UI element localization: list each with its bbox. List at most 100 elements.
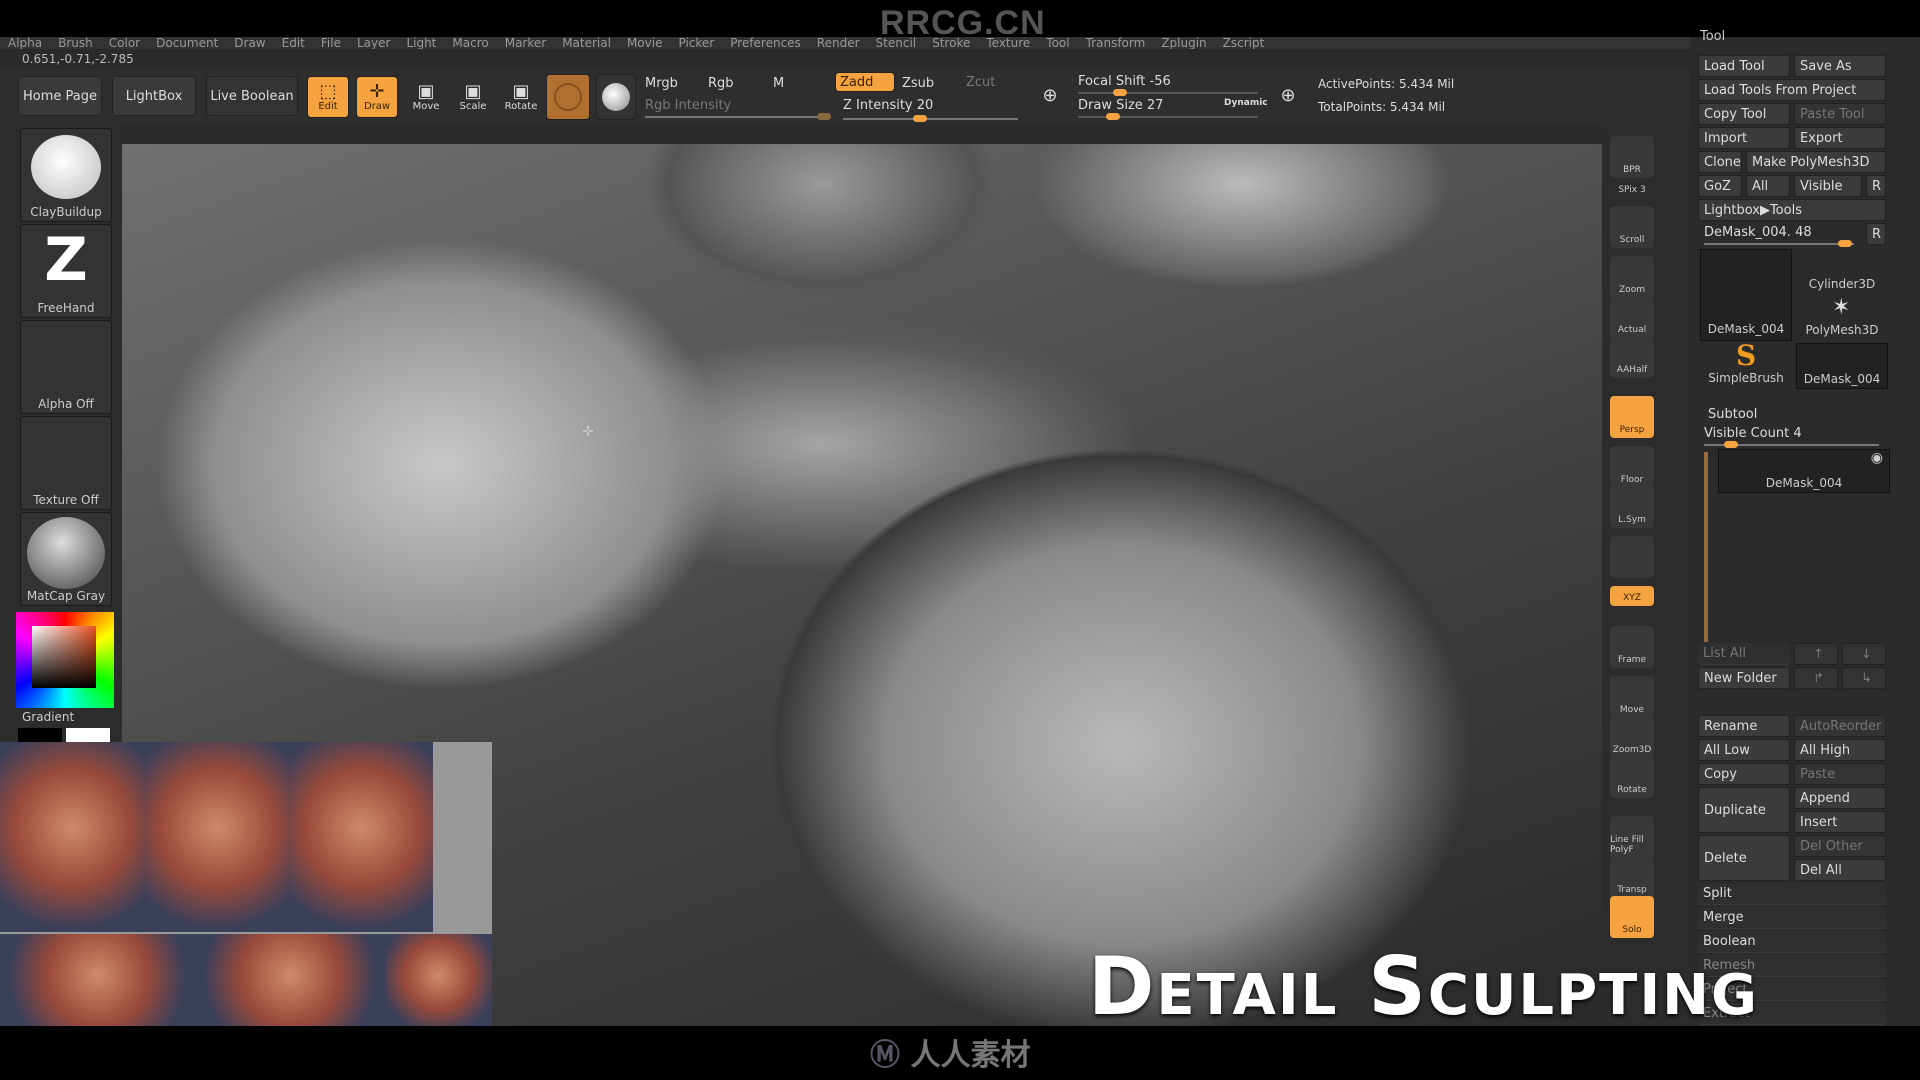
right-toolbar-button[interactable]: Scroll — [1610, 206, 1654, 248]
main-color[interactable] — [66, 728, 110, 742]
move-down-button[interactable]: ↓ — [1842, 643, 1886, 665]
menu-item[interactable]: Alpha — [8, 37, 42, 49]
z-intensity-slider[interactable] — [843, 115, 1018, 122]
menu-item[interactable]: Brush — [58, 37, 93, 49]
menu-item[interactable]: Light — [406, 37, 436, 49]
zcut-button[interactable]: Zcut — [966, 75, 995, 90]
export-button[interactable]: Export — [1794, 127, 1886, 149]
menu-item[interactable]: Transform — [1086, 37, 1146, 49]
right-toolbar-button[interactable]: Solo — [1610, 896, 1654, 938]
right-toolbar-button[interactable]: Move — [1610, 676, 1654, 718]
goz-button[interactable]: GoZ — [1698, 175, 1742, 197]
save-as-button[interactable]: Save As — [1794, 55, 1886, 77]
menu-item[interactable]: Macro — [452, 37, 488, 49]
right-toolbar-button[interactable]: Transp — [1610, 856, 1654, 898]
copy-tool-button[interactable]: Copy Tool — [1698, 103, 1790, 125]
list-all-button[interactable]: List All — [1698, 643, 1790, 665]
zadd-button[interactable]: Zadd — [835, 72, 895, 92]
import-button[interactable]: Import — [1698, 127, 1790, 149]
insert-button[interactable]: Insert — [1794, 811, 1886, 833]
tool-thumb-demask-small[interactable]: DeMask_004 — [1796, 343, 1888, 389]
subtool-title[interactable]: Subtool — [1708, 407, 1757, 422]
menu-item[interactable]: Render — [817, 37, 860, 49]
mrgb-button[interactable]: Mrgb — [645, 76, 678, 91]
right-toolbar-button[interactable]: Rotate — [1610, 756, 1654, 798]
stroke-slot[interactable]: Z FreeHand — [20, 224, 112, 318]
right-toolbar-button[interactable]: L.Sym — [1610, 486, 1654, 528]
menu-item[interactable]: Zplugin — [1161, 37, 1206, 49]
stroke-sym-button[interactable]: ⊕ — [1030, 76, 1070, 116]
right-toolbar-button[interactable]: SPix 3 — [1610, 176, 1654, 198]
right-toolbar-button[interactable]: Actual — [1610, 296, 1654, 338]
menu-item[interactable]: Stencil — [876, 37, 917, 49]
rgb-button[interactable]: Rgb — [708, 76, 734, 91]
menu-item[interactable]: Edit — [282, 37, 305, 49]
tool-slider[interactable] — [1704, 240, 1854, 247]
menu-item[interactable]: Movie — [627, 37, 663, 49]
subtool-item[interactable]: ◉ DeMask_004 — [1718, 449, 1890, 493]
move-button[interactable]: ▣ Move — [405, 76, 447, 118]
tool-thumb-polymesh3d[interactable]: ✶ PolyMesh3D — [1796, 295, 1888, 341]
goz-all-button[interactable]: All — [1746, 175, 1790, 197]
split-menu[interactable]: Split — [1698, 883, 1886, 905]
texture-slot[interactable]: Texture Off — [20, 416, 112, 510]
move-up-button[interactable]: ↑ — [1794, 643, 1838, 665]
material-slot[interactable]: MatCap Gray — [20, 512, 112, 606]
del-other-button[interactable]: Del Other — [1794, 835, 1886, 857]
menu-item[interactable]: Layer — [357, 37, 390, 49]
alpha-slot[interactable]: Alpha Off — [20, 320, 112, 414]
del-all-button[interactable]: Del All — [1794, 859, 1886, 881]
copy-button[interactable]: Copy — [1698, 763, 1790, 785]
brush-slot[interactable]: ClayBuildup — [20, 128, 112, 222]
tool-thumb-cylinder3d[interactable]: Cylinder3D — [1796, 249, 1888, 295]
focal-shift-slider[interactable] — [1078, 89, 1258, 96]
tool-thumb-simplebrush[interactable]: S SimpleBrush — [1700, 339, 1792, 389]
right-toolbar-button[interactable]: Floor — [1610, 446, 1654, 488]
menu-item[interactable]: Color — [109, 37, 140, 49]
menu-item[interactable]: Material — [562, 37, 611, 49]
folder-out-button[interactable]: ↳ — [1842, 667, 1886, 689]
paste-tool-button[interactable]: Paste Tool — [1794, 103, 1886, 125]
tool-r-button[interactable]: R — [1866, 223, 1886, 245]
menu-item[interactable]: Stroke — [932, 37, 970, 49]
menu-item[interactable]: Texture — [986, 37, 1030, 49]
goz-r-button[interactable]: R — [1866, 175, 1886, 197]
menu-item[interactable]: Preferences — [730, 37, 801, 49]
color-square[interactable] — [32, 626, 96, 688]
zsub-button[interactable]: Zsub — [902, 76, 934, 91]
lightbox-tools-button[interactable]: Lightbox▶Tools — [1698, 199, 1886, 221]
make-polymesh3d-button[interactable]: Make PolyMesh3D — [1746, 151, 1886, 173]
load-tool-button[interactable]: Load Tool — [1698, 55, 1790, 77]
menu-item[interactable]: Zscript — [1223, 37, 1265, 49]
rotate-button[interactable]: ▣ Rotate — [499, 76, 543, 118]
right-toolbar-button[interactable]: AAHalf — [1610, 336, 1654, 378]
append-button[interactable]: Append — [1794, 787, 1886, 809]
draw-size-slider[interactable] — [1078, 113, 1258, 120]
subtool-scrollbar[interactable] — [1704, 452, 1708, 642]
menu-item[interactable]: Marker — [505, 37, 546, 49]
home-page-button[interactable]: Home Page — [18, 76, 102, 116]
paste-button[interactable]: Paste — [1794, 763, 1886, 785]
menu-item[interactable]: File — [321, 37, 341, 49]
new-folder-button[interactable]: New Folder — [1698, 667, 1790, 689]
rename-button[interactable]: Rename — [1698, 715, 1790, 737]
scale-button[interactable]: ▣ Scale — [452, 76, 494, 118]
secondary-color[interactable] — [18, 728, 62, 742]
rgb-intensity-slider[interactable] — [645, 113, 831, 120]
right-toolbar-button[interactable]: Zoom — [1610, 256, 1654, 298]
material-swatch[interactable] — [546, 74, 590, 120]
all-high-button[interactable]: All High — [1794, 739, 1886, 761]
menu-item[interactable]: Document — [156, 37, 218, 49]
tool-thumb-demask[interactable]: DeMask_004 — [1700, 249, 1792, 341]
merge-menu[interactable]: Merge — [1698, 907, 1886, 929]
menu-item[interactable]: Draw — [234, 37, 265, 49]
delete-button[interactable]: Delete — [1698, 835, 1790, 881]
load-tools-from-project-button[interactable]: Load Tools From Project — [1698, 79, 1886, 101]
menu-item[interactable]: Tool — [1046, 37, 1069, 49]
menu-item[interactable]: Picker — [678, 37, 714, 49]
right-toolbar-button[interactable]: XYZ — [1610, 586, 1654, 606]
right-toolbar-button[interactable]: Frame — [1610, 626, 1654, 668]
duplicate-button[interactable]: Duplicate — [1698, 787, 1790, 833]
goz-visible-button[interactable]: Visible — [1794, 175, 1862, 197]
folder-in-button[interactable]: ↱ — [1794, 667, 1838, 689]
